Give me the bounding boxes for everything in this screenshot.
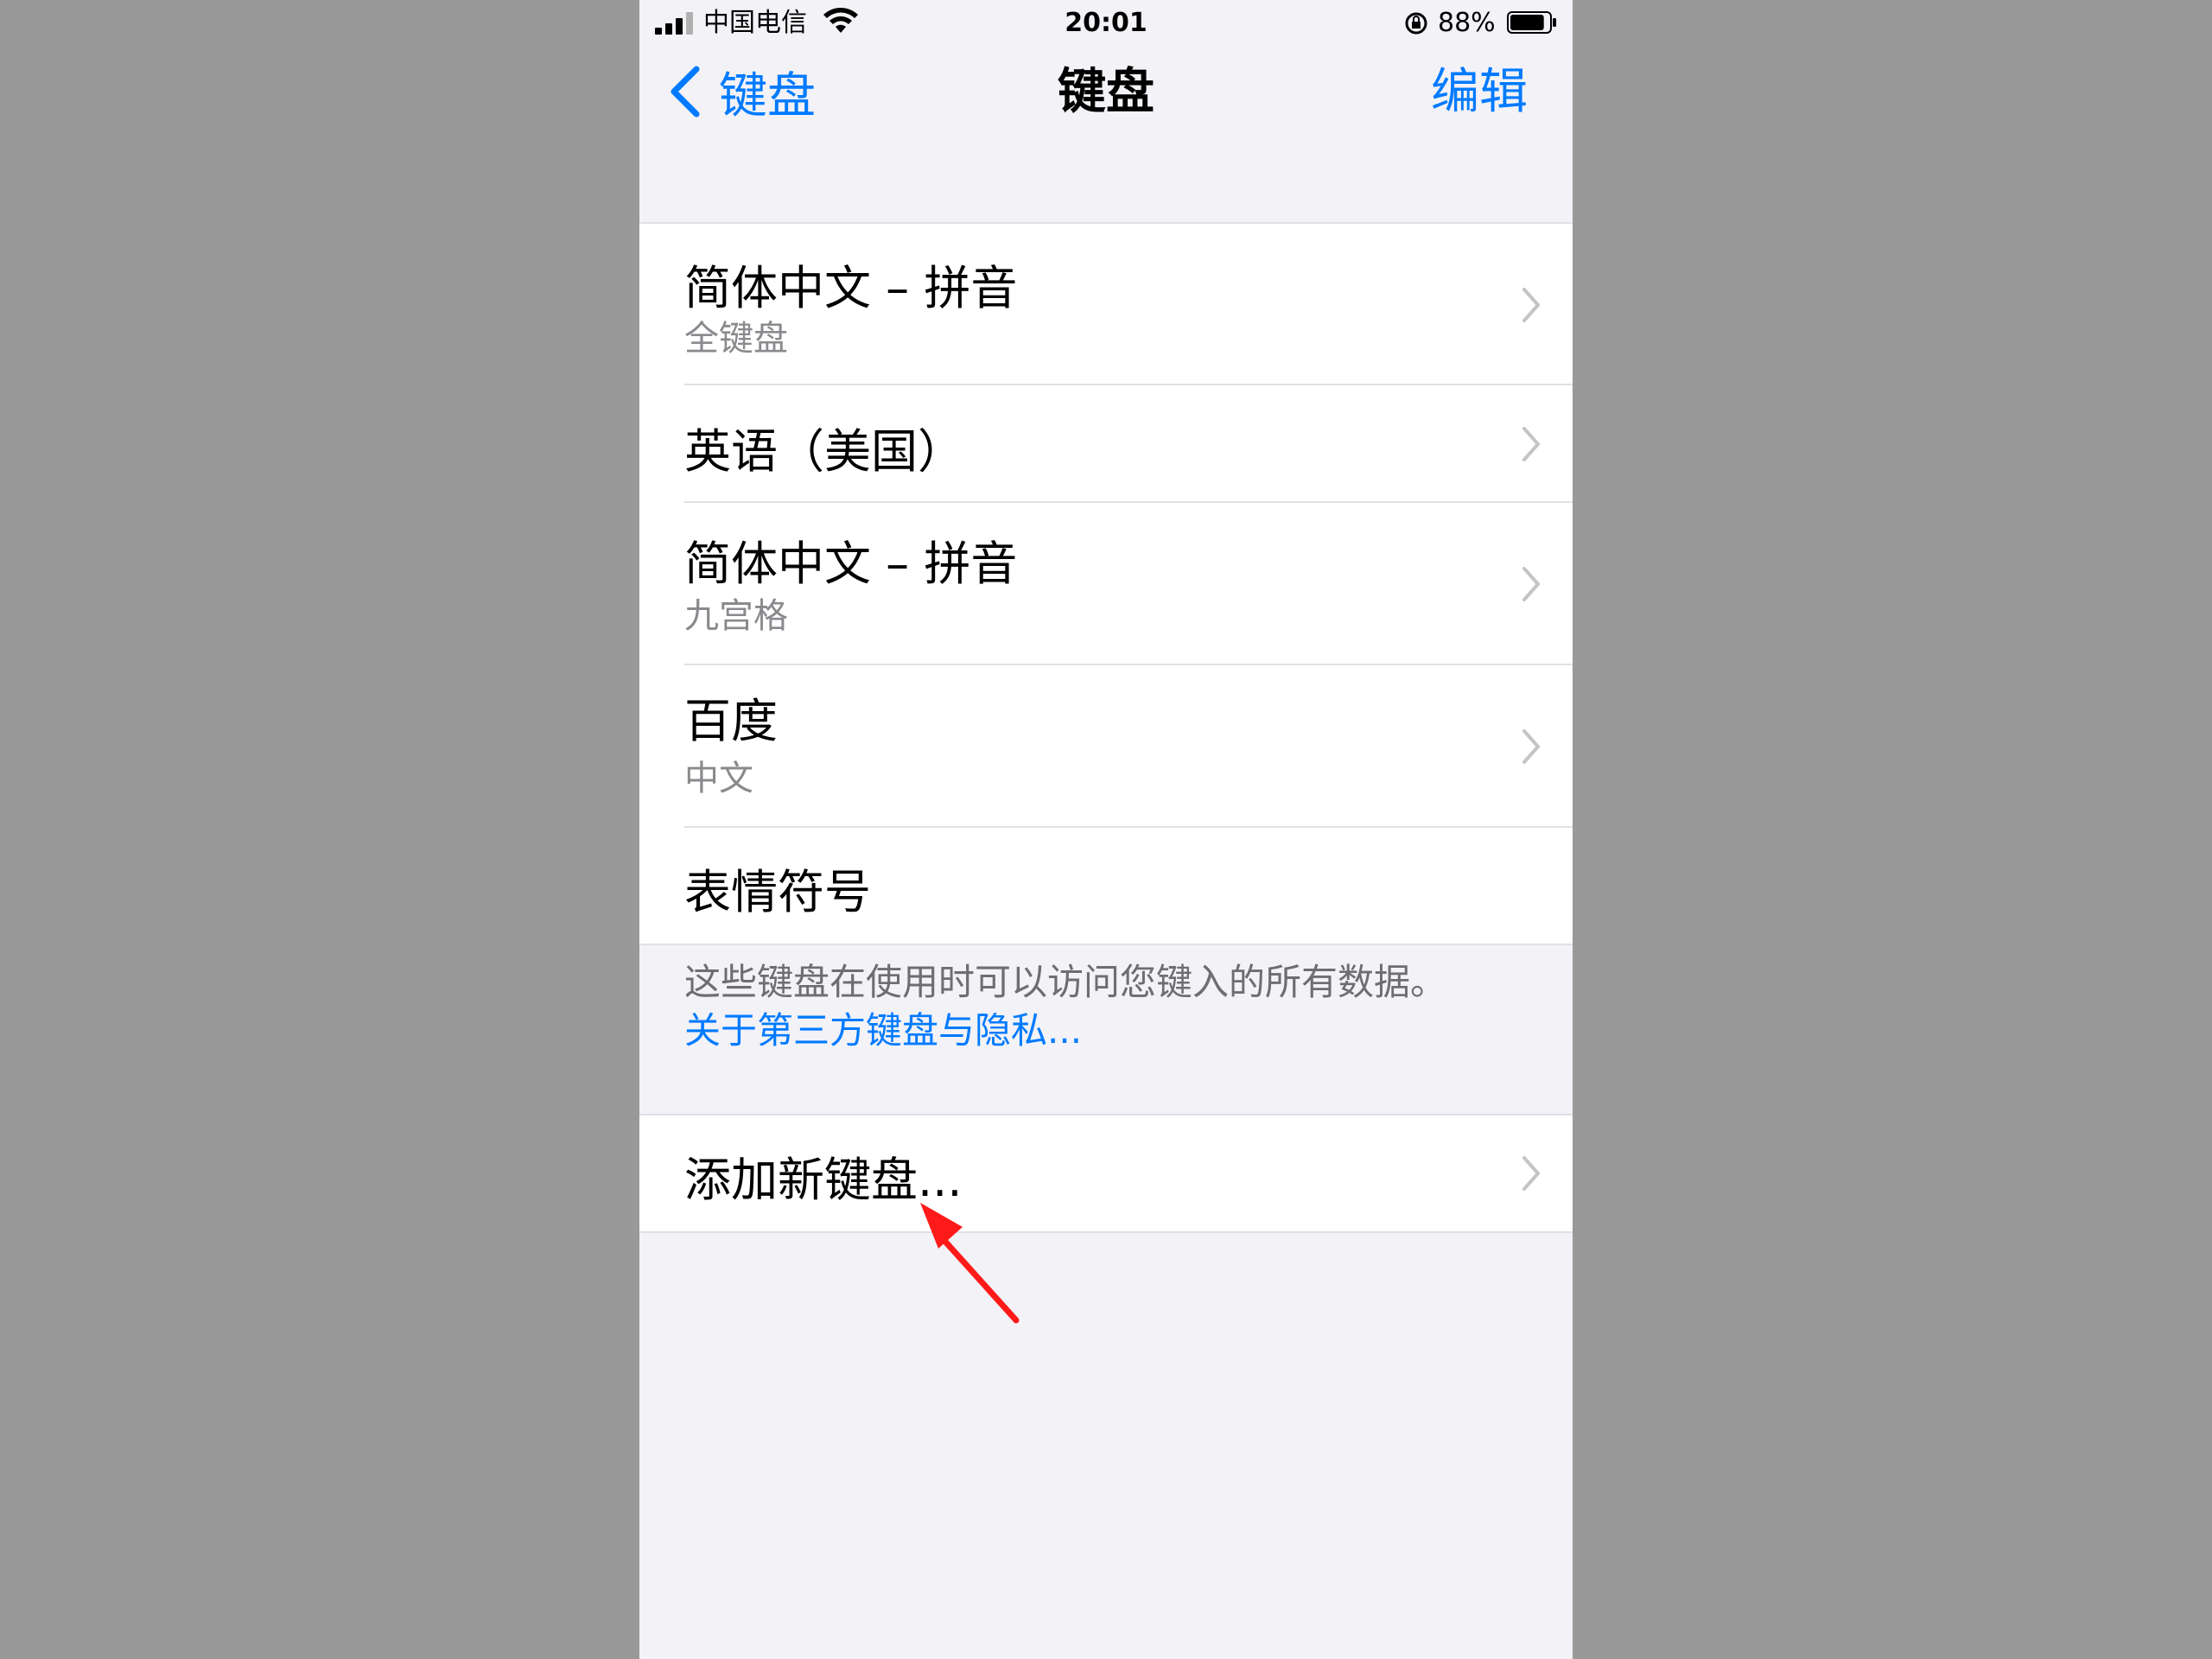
battery-icon [1507,11,1556,34]
add-keyboard-label: 添加新键盘... [684,1153,963,1207]
chevron-right-icon [1522,1156,1540,1191]
list-item-keyboard[interactable]: 百度 中文 [639,665,1573,828]
privacy-link[interactable]: 关于第三方键盘与隐私... [684,1007,1082,1054]
keyboard-title: 英语（美国） [684,424,964,479]
list-item-keyboard[interactable]: 简体中文 – 拼音 全键盘 [639,224,1573,385]
keyboard-subtitle: 九宫格 [684,596,788,636]
edit-button[interactable]: 编辑 [1431,62,1528,123]
add-keyboard-row[interactable]: 添加新键盘... [639,1116,1573,1231]
chevron-right-icon [1522,288,1540,322]
keyboard-title: 简体中文 – 拼音 [684,261,1018,315]
keyboard-title: 简体中文 – 拼音 [684,537,1018,591]
add-keyboard-group: 添加新键盘... [639,1114,1573,1233]
privacy-note: 这些键盘在使用时可以访问您键入的所有数据。 [684,961,1447,1003]
list-item-keyboard[interactable]: 简体中文 – 拼音 九宫格 [639,503,1573,665]
orientation-lock-icon [1405,12,1427,35]
keyboard-title: 百度 [684,694,778,748]
status-bar: 中国电信 20:01 88% [639,0,1573,48]
phone-screen: 中国电信 20:01 88% 键盘 键盘 编辑 简体中文 – 拼音 全键盘 英语… [639,0,1573,1659]
keyboard-list: 简体中文 – 拼音 全键盘 英语（美国） 简体中文 – 拼音 九宫格 百度 中文… [639,222,1573,945]
list-item-keyboard[interactable]: 英语（美国） [639,385,1573,503]
keyboard-subtitle: 全键盘 [684,319,788,359]
navigation-bar: 键盘 键盘 编辑 [639,48,1573,135]
chevron-right-icon [1522,427,1540,461]
chevron-right-icon [1522,567,1540,601]
chevron-right-icon [1522,729,1540,764]
status-time: 20:01 [1065,8,1147,38]
battery-percentage: 88% [1438,8,1496,38]
list-item-keyboard[interactable]: 表情符号 [639,828,1573,944]
keyboard-title: 表情符号 [684,865,871,919]
keyboard-subtitle: 中文 [684,759,753,798]
